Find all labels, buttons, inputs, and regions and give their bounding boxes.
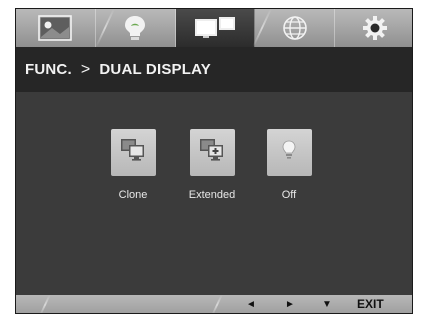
bulb-off-icon [281,139,297,166]
menu-tab-bar [16,9,412,47]
option-extended[interactable]: Extended [172,129,252,201]
tab-language[interactable] [252,9,336,47]
exit-button[interactable]: EXIT [357,297,384,311]
option-tile[interactable] [189,129,235,176]
navbar-streak [211,295,223,313]
globe-icon [281,14,309,42]
breadcrumb: FUNC. > DUAL DISPLAY [16,47,412,92]
dual-display-icon [193,15,237,41]
breadcrumb-separator: > [80,60,91,78]
tab-settings[interactable] [335,9,412,47]
clone-monitors-icon [120,138,146,167]
option-tile[interactable] [110,129,156,176]
osd-menu: FUNC. > DUAL DISPLAY Clone Extended Off … [15,8,413,314]
option-tile[interactable] [266,129,312,176]
tab-picture[interactable] [16,9,96,47]
option-label: Clone [118,189,148,201]
tab-energy[interactable] [94,9,176,47]
options-panel: Clone Extended Off [16,92,412,295]
breadcrumb-section: FUNC. [25,61,72,78]
right-arrow-button[interactable]: ► [285,298,295,312]
tab-streak [94,9,115,47]
settings-gear-icon [361,14,389,42]
option-clone[interactable]: Clone [93,129,173,201]
tab-dual-display[interactable] [175,9,256,47]
page-title: DUAL DISPLAY [99,61,211,78]
option-label: Extended [188,189,236,201]
left-arrow-button[interactable]: ◄ [246,298,256,312]
navbar-streak [39,295,51,313]
picture-icon [38,15,73,41]
tab-streak [252,9,273,47]
down-arrow-button[interactable]: ▼ [322,298,332,312]
navigation-bar: ◄ ► ▼ EXIT [16,295,412,313]
extended-monitors-icon [199,138,225,167]
energy-bulb-icon [122,14,148,42]
option-off[interactable]: Off [249,129,329,201]
option-label: Off [281,189,297,201]
